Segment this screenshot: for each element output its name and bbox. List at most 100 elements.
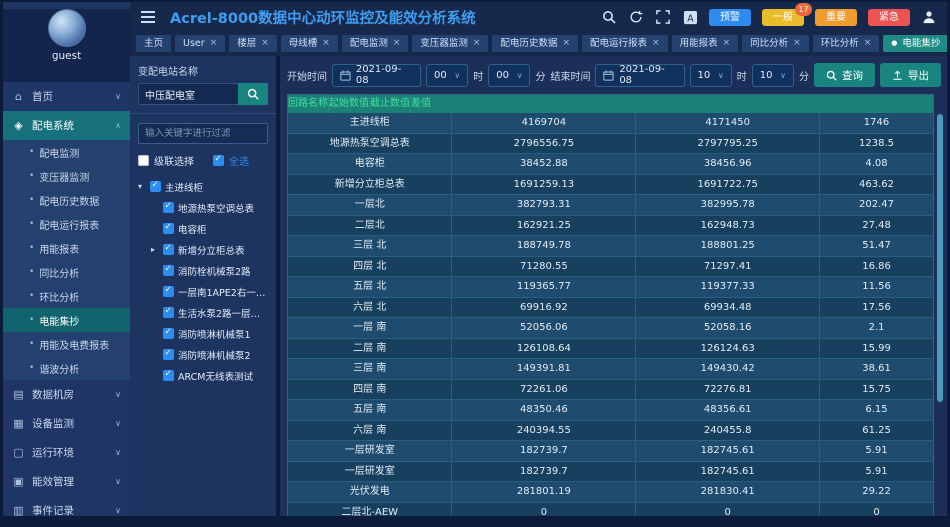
close-icon[interactable]: × <box>723 35 731 52</box>
start-minute-select[interactable]: 00∨ <box>488 64 530 87</box>
station-panel: 变配电站名称 级联选择 全选 主进线柜 <box>130 56 278 516</box>
tab[interactable]: ● 配电监测 × <box>342 35 409 52</box>
close-icon[interactable]: × <box>210 35 218 52</box>
cell-circuit-name: 一层北 <box>288 195 452 215</box>
close-icon[interactable]: × <box>322 35 330 52</box>
translate-icon[interactable]: A <box>682 9 698 25</box>
query-button[interactable]: 查询 <box>814 63 875 87</box>
tab[interactable]: ● 环比分析 × <box>813 35 880 52</box>
sidebar-item[interactable]: ⌂ 首页 ∨ <box>3 82 130 111</box>
cell-difference: 5.91 <box>820 462 933 482</box>
cascade-checkbox[interactable] <box>138 155 149 166</box>
tree-node[interactable]: 主进线柜 <box>138 176 268 197</box>
checkbox-icon[interactable] <box>163 244 174 255</box>
alarm-button[interactable]: 紧急 <box>868 9 910 26</box>
tab[interactable]: ● User × <box>175 35 225 52</box>
sidebar-item-label: 配电系统 <box>32 118 74 133</box>
tab[interactable]: ● 主页 × <box>136 35 171 52</box>
sidebar-item[interactable]: ▥ 事件记录 ∨ <box>3 496 130 516</box>
sidebar-item[interactable]: ▣ 能效管理 ∨ <box>3 467 130 496</box>
alarm-button-label: 紧急 <box>879 12 899 23</box>
checkbox-icon[interactable] <box>163 286 174 297</box>
checkbox-icon[interactable] <box>163 307 174 318</box>
table-row: 电容柜 38452.88 38456.96 4.08 <box>288 154 933 175</box>
checkbox-icon[interactable] <box>163 370 174 381</box>
sidebar-item-label: 能效管理 <box>32 474 74 489</box>
end-hour-select[interactable]: 10∨ <box>690 64 732 87</box>
hamburger-menu-icon[interactable] <box>140 9 156 25</box>
table-row: 三层 北 188749.78 188801.25 51.47 <box>288 236 933 257</box>
close-icon[interactable]: × <box>652 35 660 52</box>
checkbox-icon[interactable] <box>163 202 174 213</box>
tree-toggle-icon[interactable] <box>138 182 146 191</box>
select-all-checkbox[interactable] <box>213 155 224 166</box>
tree-node[interactable]: 新增分立柜总表 <box>138 239 268 260</box>
sidebar-item[interactable]: 配电运行报表 <box>3 212 130 236</box>
sidebar-item[interactable]: ▦ 设备监测 ∨ <box>3 409 130 438</box>
alarm-button[interactable]: 一般17 <box>762 9 804 26</box>
tree-node[interactable]: 消防栓机械泵2路 <box>138 260 268 281</box>
close-icon[interactable]: × <box>945 35 947 52</box>
tree-filter-input[interactable] <box>138 123 268 144</box>
search-icon[interactable] <box>601 9 617 25</box>
sidebar-item[interactable]: ▤ 数据机房 ∨ <box>3 380 130 409</box>
start-hour-select[interactable]: 00∨ <box>426 64 468 87</box>
tab[interactable]: ● 用能报表 × <box>672 35 739 52</box>
sidebar-item[interactable]: 配电历史数据 <box>3 188 130 212</box>
checkbox-icon[interactable] <box>150 181 161 192</box>
scrollbar-thumb[interactable] <box>937 114 943 402</box>
close-icon[interactable]: × <box>864 35 872 52</box>
export-button[interactable]: 导出 <box>880 63 941 87</box>
sidebar-item[interactable]: 用能报表 <box>3 236 130 260</box>
tree-node[interactable]: 消防喷淋机械泵2 <box>138 344 268 365</box>
tab[interactable]: ● 电能集抄 × <box>883 35 947 52</box>
sidebar-item[interactable]: 用能及电费报表 <box>3 332 130 356</box>
checkbox-icon[interactable] <box>163 349 174 360</box>
checkbox-icon[interactable] <box>163 265 174 276</box>
sidebar-item[interactable]: 电能集抄 <box>3 308 130 332</box>
sidebar-item[interactable]: 同比分析 <box>3 260 130 284</box>
end-date-input[interactable]: 2021-09-08 <box>595 64 684 87</box>
start-date-input[interactable]: 2021-09-08 <box>332 64 421 87</box>
tab[interactable]: ● 变压器监测 × <box>412 35 488 52</box>
tab[interactable]: ● 母线槽 × <box>281 35 338 52</box>
chevron-down-icon: ∨ <box>115 92 121 101</box>
alarm-button[interactable]: 预警 <box>709 9 751 26</box>
tab[interactable]: ● 配电运行报表 × <box>582 35 668 52</box>
tree-node[interactable]: 电容柜 <box>138 218 268 239</box>
sidebar-item[interactable]: 变压器监测 <box>3 164 130 188</box>
select-all[interactable]: 全选 <box>213 153 249 168</box>
checkbox-icon[interactable] <box>163 328 174 339</box>
table-row: 二层北 162921.25 162948.73 27.48 <box>288 216 933 237</box>
fullscreen-icon[interactable] <box>655 9 671 25</box>
tab[interactable]: ● 楼层 × <box>229 35 277 52</box>
end-minute-select[interactable]: 10∨ <box>752 64 794 87</box>
sidebar-item[interactable]: 配电监测 <box>3 140 130 164</box>
checkbox-icon[interactable] <box>163 223 174 234</box>
tree-node[interactable]: ARCM无线表测试 <box>138 365 268 386</box>
close-icon[interactable]: × <box>562 35 570 52</box>
home-icon: ⌂ <box>12 90 25 103</box>
user-icon[interactable] <box>921 9 937 25</box>
station-search-button[interactable] <box>238 83 268 105</box>
sidebar-item[interactable]: ◈ 配电系统 ∧ <box>3 111 130 140</box>
alarm-button[interactable]: 重要 <box>815 9 857 26</box>
tree-node[interactable]: 生活水泵2路一层弱电房 <box>138 302 268 323</box>
tree-toggle-icon[interactable] <box>151 245 159 254</box>
cell-difference: 27.48 <box>820 216 933 236</box>
station-input[interactable] <box>138 83 238 105</box>
close-icon[interactable]: × <box>473 35 481 52</box>
sidebar-item[interactable]: 环比分析 <box>3 284 130 308</box>
tree-node[interactable]: 消防喷淋机械泵1 <box>138 323 268 344</box>
sidebar-item[interactable]: ▢ 运行环境 ∨ <box>3 438 130 467</box>
tree-node[interactable]: 地源热泵空调总表 <box>138 197 268 218</box>
avatar[interactable] <box>48 9 86 47</box>
tab[interactable]: ● 同比分析 × <box>742 35 809 52</box>
tree-node[interactable]: 一层南1APE2右一层北1APE1左 <box>138 281 268 302</box>
close-icon[interactable]: × <box>393 35 401 52</box>
close-icon[interactable]: × <box>261 35 269 52</box>
sidebar-item[interactable]: 谐波分析 <box>3 356 130 380</box>
close-icon[interactable]: × <box>793 35 801 52</box>
tab[interactable]: ● 配电历史数据 × <box>492 35 578 52</box>
refresh-icon[interactable] <box>628 9 644 25</box>
